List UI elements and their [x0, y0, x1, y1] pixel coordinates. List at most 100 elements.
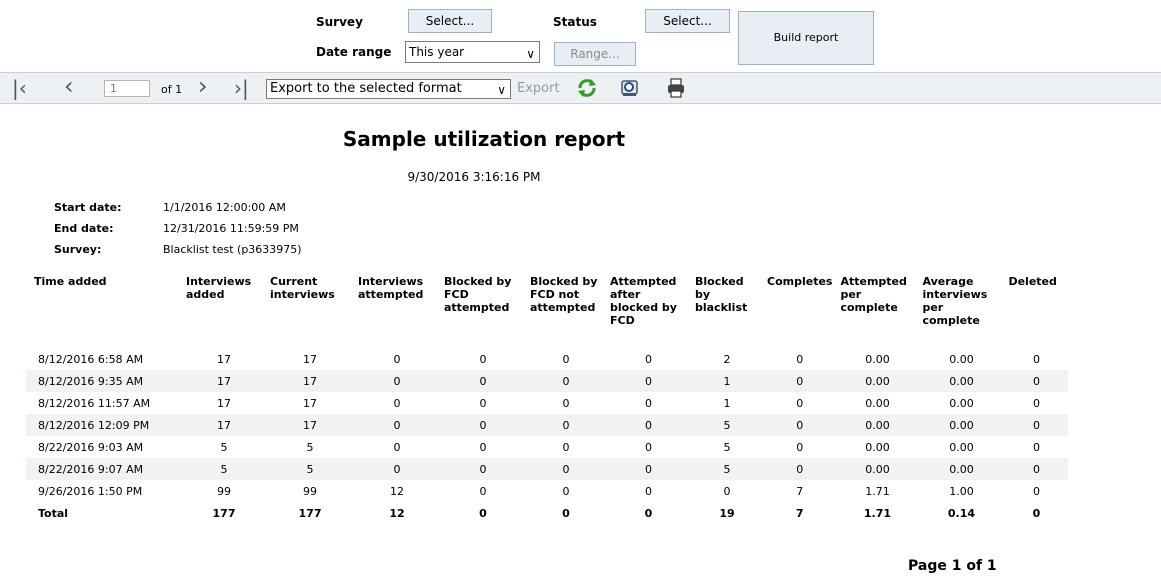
cell: 8/22/2016 9:07 AM: [26, 458, 182, 480]
start-date-value: 1/1/2016 12:00:00 AM: [163, 201, 286, 214]
cell: 17: [217, 352, 231, 366]
survey-meta-value: Blacklist test (p3633975): [163, 243, 302, 256]
print-icon[interactable]: [667, 78, 685, 98]
cell: 0: [1032, 396, 1040, 410]
cell: 0.00: [918, 458, 1005, 480]
cell: 1.71: [863, 506, 892, 520]
survey-meta-label: Survey:: [54, 243, 102, 256]
cell: 0: [526, 370, 606, 392]
cell: 8/12/2016 11:57 AM: [38, 396, 151, 410]
build-report-button[interactable]: Build report: [738, 11, 874, 65]
cell: 0: [562, 396, 570, 410]
cell: 5: [691, 458, 763, 480]
cell: 12: [390, 484, 404, 498]
range-button[interactable]: Range...: [554, 42, 636, 66]
cell: 5: [220, 440, 228, 454]
cell: 19: [719, 506, 735, 520]
cell: 0: [354, 458, 440, 480]
cell: 0: [562, 484, 570, 498]
cell: 0: [1004, 458, 1069, 480]
cell: 17: [266, 414, 354, 436]
cell: 0.00: [949, 352, 974, 366]
cell: 99: [217, 484, 231, 498]
cell: 5: [691, 414, 763, 436]
cell: 5: [266, 458, 354, 480]
cell: 0: [796, 396, 804, 410]
col-interviews-added: Interviews added: [186, 275, 252, 301]
chevron-down-icon: ∨: [526, 47, 535, 61]
next-page-icon[interactable]: ›: [198, 74, 208, 98]
cell: 12: [389, 506, 405, 520]
table-row: 8/22/2016 9:07 AM 5 5 0 0 0 0 5 0 0.00 0…: [26, 458, 1069, 480]
page-footer: Page 1 of 1: [908, 558, 997, 574]
cell: 0: [440, 414, 526, 436]
cell: 0: [645, 352, 652, 366]
refresh-icon[interactable]: [576, 78, 598, 98]
zoom-icon[interactable]: [620, 78, 640, 98]
col-current-interviews: Current interviews: [270, 275, 335, 301]
cell: 0.00: [949, 396, 974, 410]
cell: 0.14: [947, 506, 976, 520]
export-format-select[interactable]: Export to the selected format ∨: [266, 79, 511, 99]
table-row: 8/12/2016 12:09 PM 17 17 0 0 0 0 5 0 0.0…: [26, 414, 1069, 436]
cell: 0: [479, 506, 487, 520]
col-blocked-fcd-not-attempted: Blocked by FCD not attempted: [530, 275, 598, 314]
cell: 17: [303, 352, 317, 366]
cell: 0: [479, 352, 487, 366]
cell: 0: [1004, 414, 1069, 436]
cell: 1.00: [949, 484, 974, 498]
export-format-value: Export to the selected format: [270, 81, 462, 96]
col-attempted-per-complete: Attempted per complete: [840, 275, 907, 314]
last-page-icon[interactable]: ›|: [234, 76, 249, 100]
cell: 0: [1032, 484, 1040, 498]
cell: 17: [217, 396, 231, 410]
cell: 8/12/2016 9:35 AM: [26, 370, 182, 392]
date-range-select[interactable]: This year ∨: [405, 41, 540, 63]
table-row: 9/26/2016 1:50 PM 99 99 12 0 0 0 0 7 1.7…: [26, 480, 1068, 502]
report-title: Sample utilization report: [342, 127, 626, 151]
cell: 0: [440, 458, 526, 480]
cell: 0: [1004, 370, 1069, 392]
cell: 0: [645, 440, 652, 454]
cell: 17: [303, 396, 317, 410]
report-timestamp: 9/30/2016 3:16:16 PM: [407, 170, 541, 184]
page-number-input[interactable]: 1: [104, 80, 150, 97]
start-date-label: Start date:: [54, 201, 122, 214]
cell: 0: [562, 440, 570, 454]
status-select-button[interactable]: Select...: [645, 9, 730, 33]
cell: 1: [691, 370, 763, 392]
table-row: 8/12/2016 9:35 AM 17 17 0 0 0 0 1 0 0.00…: [26, 370, 1069, 392]
cell: 7: [795, 506, 804, 520]
cell: 0: [796, 352, 804, 366]
cell: 177: [212, 506, 236, 520]
table-row: 8/12/2016 6:58 AM 17 17 0 0 0 0 2 0 0.00…: [26, 348, 1068, 370]
cell: 0.00: [836, 370, 919, 392]
cell: 17: [266, 370, 354, 392]
cell: 17: [182, 370, 266, 392]
date-range-value: This year: [409, 45, 465, 59]
first-page-icon[interactable]: |‹: [12, 76, 27, 100]
cell: 0: [562, 506, 570, 520]
cell: 0.00: [949, 440, 974, 454]
cell: 1: [723, 396, 731, 410]
cell: 8/12/2016 12:09 PM: [26, 414, 182, 436]
cell: 0: [526, 458, 606, 480]
survey-select-button[interactable]: Select...: [408, 9, 492, 33]
previous-page-icon[interactable]: ‹: [64, 74, 74, 98]
cell: 0: [354, 370, 440, 392]
cell: 177: [298, 506, 322, 520]
cell: 0: [393, 396, 401, 410]
report-table: Time added Interviews added Current inte…: [26, 275, 1069, 524]
cell: 0: [1032, 352, 1040, 366]
cell: 0: [479, 484, 487, 498]
export-link[interactable]: Export: [517, 81, 560, 96]
cell: 0.00: [918, 370, 1005, 392]
col-attempted-after-blocked: Attempted after blocked by FCD: [610, 275, 677, 327]
cell: 0: [526, 414, 606, 436]
date-range-label: Date range: [316, 45, 392, 59]
cell: 8/12/2016 6:58 AM: [38, 352, 144, 366]
cell: 0: [645, 396, 652, 410]
cell: 0: [606, 458, 691, 480]
cell: 0: [763, 370, 837, 392]
cell: 0.00: [836, 458, 919, 480]
